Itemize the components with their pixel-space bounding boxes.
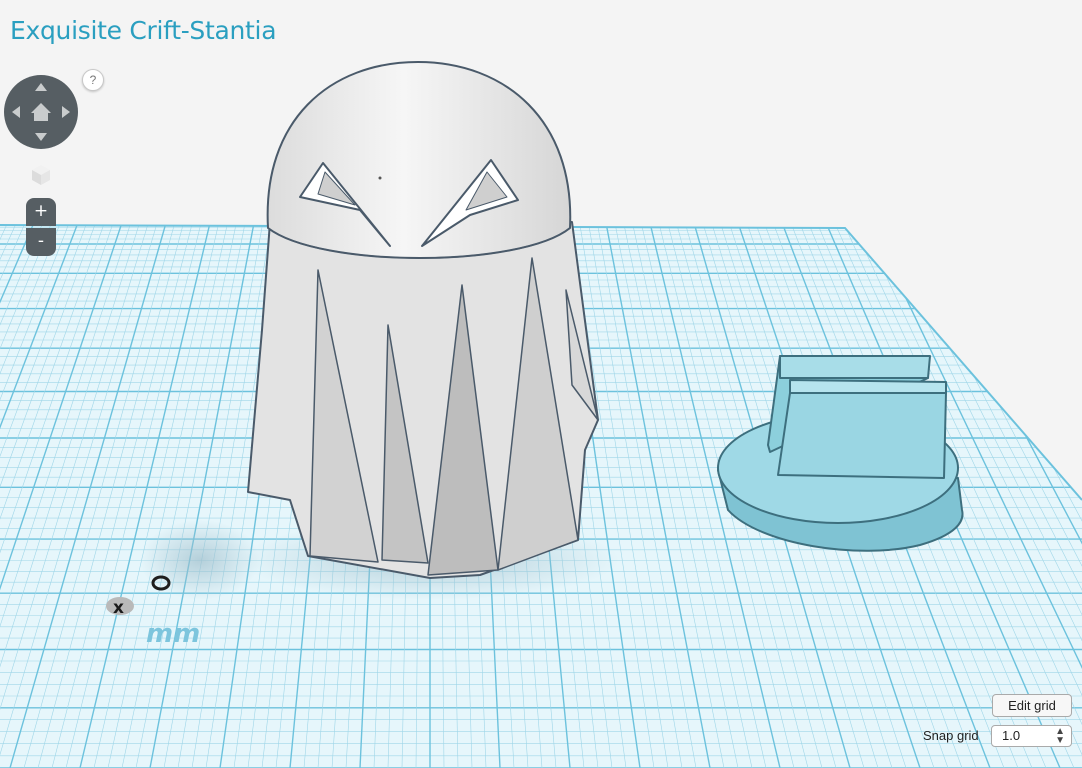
navigation-pad[interactable] [4, 75, 78, 149]
zoom-in-button[interactable]: + [26, 198, 56, 226]
snap-grid-value: 1.0 [1002, 728, 1021, 743]
stand-plate-front[interactable] [777, 392, 947, 479]
design-title[interactable]: Exquisite Crift-Stantia [10, 16, 277, 45]
select-arrows-icon: ▲ ▼ [1055, 726, 1065, 746]
snap-grid-label: Snap grid [923, 728, 979, 743]
zoom-out-button[interactable]: - [26, 228, 56, 256]
ghost-head[interactable] [266, 61, 572, 259]
ghost-model[interactable] [247, 61, 599, 579]
snap-grid-select[interactable]: 1.0 ▲ ▼ [991, 725, 1072, 747]
head-dot [378, 176, 382, 180]
help-button[interactable]: ? [82, 69, 104, 91]
edit-grid-button[interactable]: Edit grid [992, 694, 1072, 717]
workplane-viewport[interactable]: x mm [0, 0, 1082, 768]
unit-label: mm [146, 619, 200, 649]
stand-plate-front-top [789, 379, 947, 394]
stand-plate-back-top [779, 355, 931, 379]
axis-x-label: x [113, 598, 124, 618]
view-cube-button[interactable] [26, 158, 56, 188]
